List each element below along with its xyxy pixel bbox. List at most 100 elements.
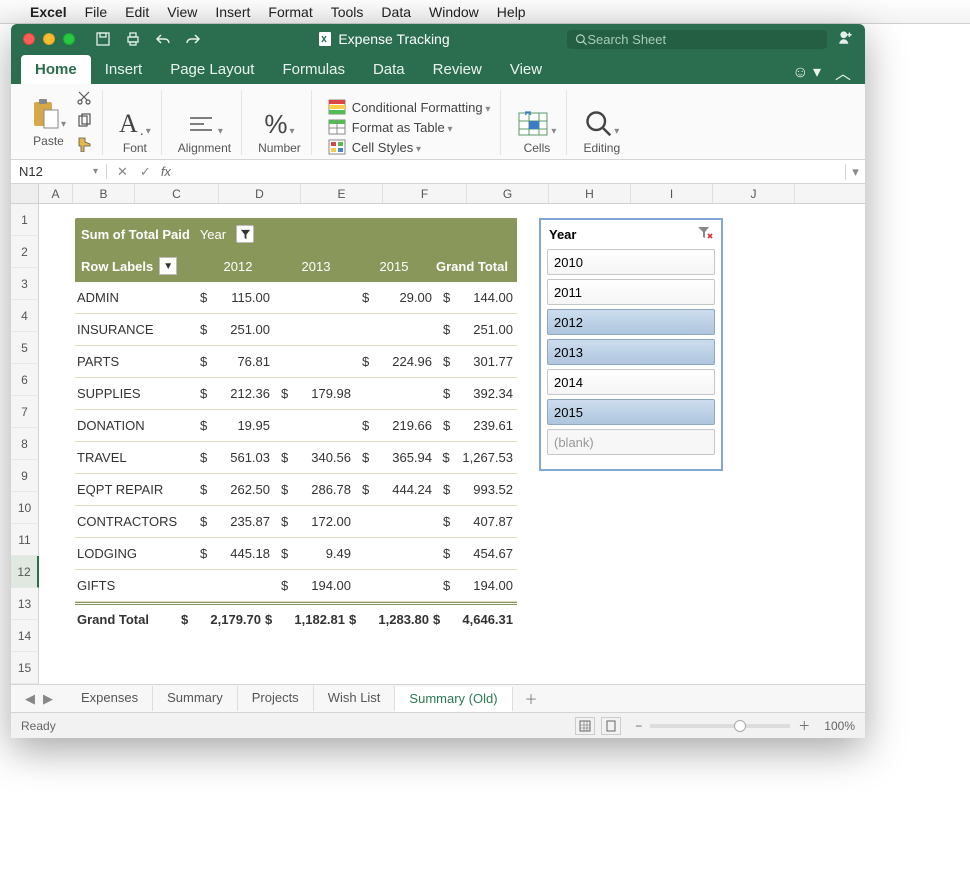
pivot-year-header[interactable]: 2012 — [199, 259, 277, 274]
pivot-grand-total-header[interactable]: Grand Total — [433, 259, 511, 274]
row-header[interactable]: 3 — [11, 268, 39, 300]
format-as-table-button[interactable]: Format as Table — [328, 119, 453, 135]
col-header[interactable]: G — [467, 184, 549, 203]
format-painter-icon[interactable] — [76, 136, 92, 155]
minimize-window-button[interactable] — [43, 33, 55, 45]
tab-data[interactable]: Data — [359, 55, 419, 84]
pivot-row[interactable]: CONTRACTORS$235.87$172.00$407.87 — [75, 506, 517, 538]
name-box[interactable]: N12▾ — [11, 164, 107, 179]
conditional-formatting-button[interactable]: Conditional Formatting — [328, 99, 491, 115]
pivot-row[interactable]: INSURANCE$251.00$251.00 — [75, 314, 517, 346]
pivot-row[interactable]: ADMIN$115.00$29.00$144.00 — [75, 282, 517, 314]
sheet-tab[interactable]: Expenses — [67, 686, 153, 711]
number-icon[interactable]: %▾ — [264, 111, 294, 137]
zoom-level[interactable]: 100% — [824, 719, 855, 733]
pivot-year-filter-button[interactable] — [236, 225, 254, 243]
font-icon[interactable]: A.▾ — [119, 111, 151, 137]
tab-review[interactable]: Review — [419, 55, 496, 84]
row-header[interactable]: 4 — [11, 300, 39, 332]
collapse-ribbon-icon[interactable]: ︿ — [835, 60, 851, 84]
row-header[interactable]: 11 — [11, 524, 39, 556]
col-header[interactable]: B — [73, 184, 135, 203]
paste-icon[interactable]: ▾ — [31, 98, 66, 130]
col-header[interactable]: F — [383, 184, 467, 203]
menu-insert[interactable]: Insert — [215, 4, 250, 20]
sheet-tab[interactable]: Summary (Old) — [395, 687, 512, 712]
menu-edit[interactable]: Edit — [125, 4, 149, 20]
menu-file[interactable]: File — [85, 4, 108, 20]
col-header[interactable]: E — [301, 184, 383, 203]
cut-icon[interactable] — [76, 90, 92, 109]
page-layout-view-button[interactable] — [601, 717, 621, 735]
pivot-row[interactable]: TRAVEL$561.03$340.56$365.94$1,267.53 — [75, 442, 517, 474]
row-header[interactable]: 15 — [11, 652, 39, 684]
pivot-row[interactable]: LODGING$445.18$9.49$454.67 — [75, 538, 517, 570]
grid-body[interactable]: Sum of Total Paid Year Row Labels▼ 2012 … — [39, 204, 865, 684]
menu-format[interactable]: Format — [268, 4, 312, 20]
add-sheet-button[interactable]: ＋ — [513, 689, 550, 708]
row-header[interactable]: 13 — [11, 588, 39, 620]
row-header[interactable]: 6 — [11, 364, 39, 396]
cancel-icon[interactable]: ✕ — [117, 164, 128, 180]
slicer-item[interactable]: 2011 — [547, 279, 715, 305]
menu-tools[interactable]: Tools — [331, 4, 364, 20]
app-name[interactable]: Excel — [30, 4, 67, 20]
cells-icon[interactable]: ▾ — [517, 111, 556, 137]
row-header[interactable]: 10 — [11, 492, 39, 524]
col-header[interactable]: A — [39, 184, 73, 203]
menu-view[interactable]: View — [167, 4, 197, 20]
row-header[interactable]: 7 — [11, 396, 39, 428]
pivot-year-header[interactable]: 2015 — [355, 259, 433, 274]
pivot-row[interactable]: SUPPLIES$212.36$179.98$392.34 — [75, 378, 517, 410]
select-all-corner[interactable] — [11, 184, 39, 203]
row-header[interactable]: 1 — [11, 204, 39, 236]
col-header[interactable]: H — [549, 184, 631, 203]
pivot-row[interactable]: DONATION$19.95$219.66$239.61 — [75, 410, 517, 442]
row-header[interactable]: 9 — [11, 460, 39, 492]
pivot-row[interactable]: PARTS$76.81$224.96$301.77 — [75, 346, 517, 378]
sheet-tab[interactable]: Wish List — [314, 686, 396, 711]
menu-data[interactable]: Data — [381, 4, 411, 20]
slicer-item[interactable]: 2012 — [547, 309, 715, 335]
expand-formula-bar-icon[interactable]: ▾ — [845, 164, 865, 180]
redo-icon[interactable] — [185, 31, 201, 47]
zoom-in-button[interactable]: ＋ — [798, 717, 810, 734]
col-header[interactable]: I — [631, 184, 713, 203]
zoom-window-button[interactable] — [63, 33, 75, 45]
sheet-tab[interactable]: Summary — [153, 686, 238, 711]
col-header[interactable]: C — [135, 184, 219, 203]
zoom-slider[interactable] — [650, 724, 790, 728]
search-sheet-box[interactable] — [567, 30, 827, 49]
search-sheet-input[interactable] — [587, 32, 819, 47]
slicer-item[interactable]: 2015 — [547, 399, 715, 425]
clear-filter-icon[interactable] — [697, 226, 713, 243]
tab-page-layout[interactable]: Page Layout — [156, 55, 268, 84]
col-header[interactable]: J — [713, 184, 795, 203]
pivot-grand-total-row[interactable]: Grand Total$2,179.70$1,182.81$1,283.80$4… — [75, 602, 517, 634]
slicer-item[interactable]: 2010 — [547, 249, 715, 275]
tab-insert[interactable]: Insert — [91, 55, 157, 84]
pivot-year-header[interactable]: 2013 — [277, 259, 355, 274]
pivot-row[interactable]: EQPT REPAIR$262.50$286.78$444.24$993.52 — [75, 474, 517, 506]
tab-formulas[interactable]: Formulas — [268, 55, 359, 84]
close-window-button[interactable] — [23, 33, 35, 45]
copy-icon[interactable] — [76, 113, 92, 132]
editing-icon[interactable]: ▾ — [584, 109, 619, 137]
fx-label[interactable]: fx — [161, 164, 179, 179]
alignment-icon[interactable]: ▾ — [186, 113, 223, 137]
row-header[interactable]: 8 — [11, 428, 39, 460]
formula-input[interactable] — [179, 164, 845, 179]
menu-window[interactable]: Window — [429, 4, 479, 20]
menu-help[interactable]: Help — [497, 4, 526, 20]
emoji-icon[interactable]: ☺ ▾ — [792, 62, 821, 82]
save-icon[interactable] — [95, 31, 111, 47]
slicer-item[interactable]: 2014 — [547, 369, 715, 395]
pivot-row-dropdown-button[interactable]: ▼ — [159, 257, 177, 275]
row-header[interactable]: 14 — [11, 620, 39, 652]
normal-view-button[interactable] — [575, 717, 595, 735]
row-header[interactable]: 5 — [11, 332, 39, 364]
pivot-row[interactable]: GIFTS$194.00$194.00 — [75, 570, 517, 602]
share-icon[interactable] — [837, 28, 855, 51]
year-slicer[interactable]: Year 201020112012201320142015(blank) — [539, 218, 723, 471]
tab-home[interactable]: Home — [21, 55, 91, 84]
